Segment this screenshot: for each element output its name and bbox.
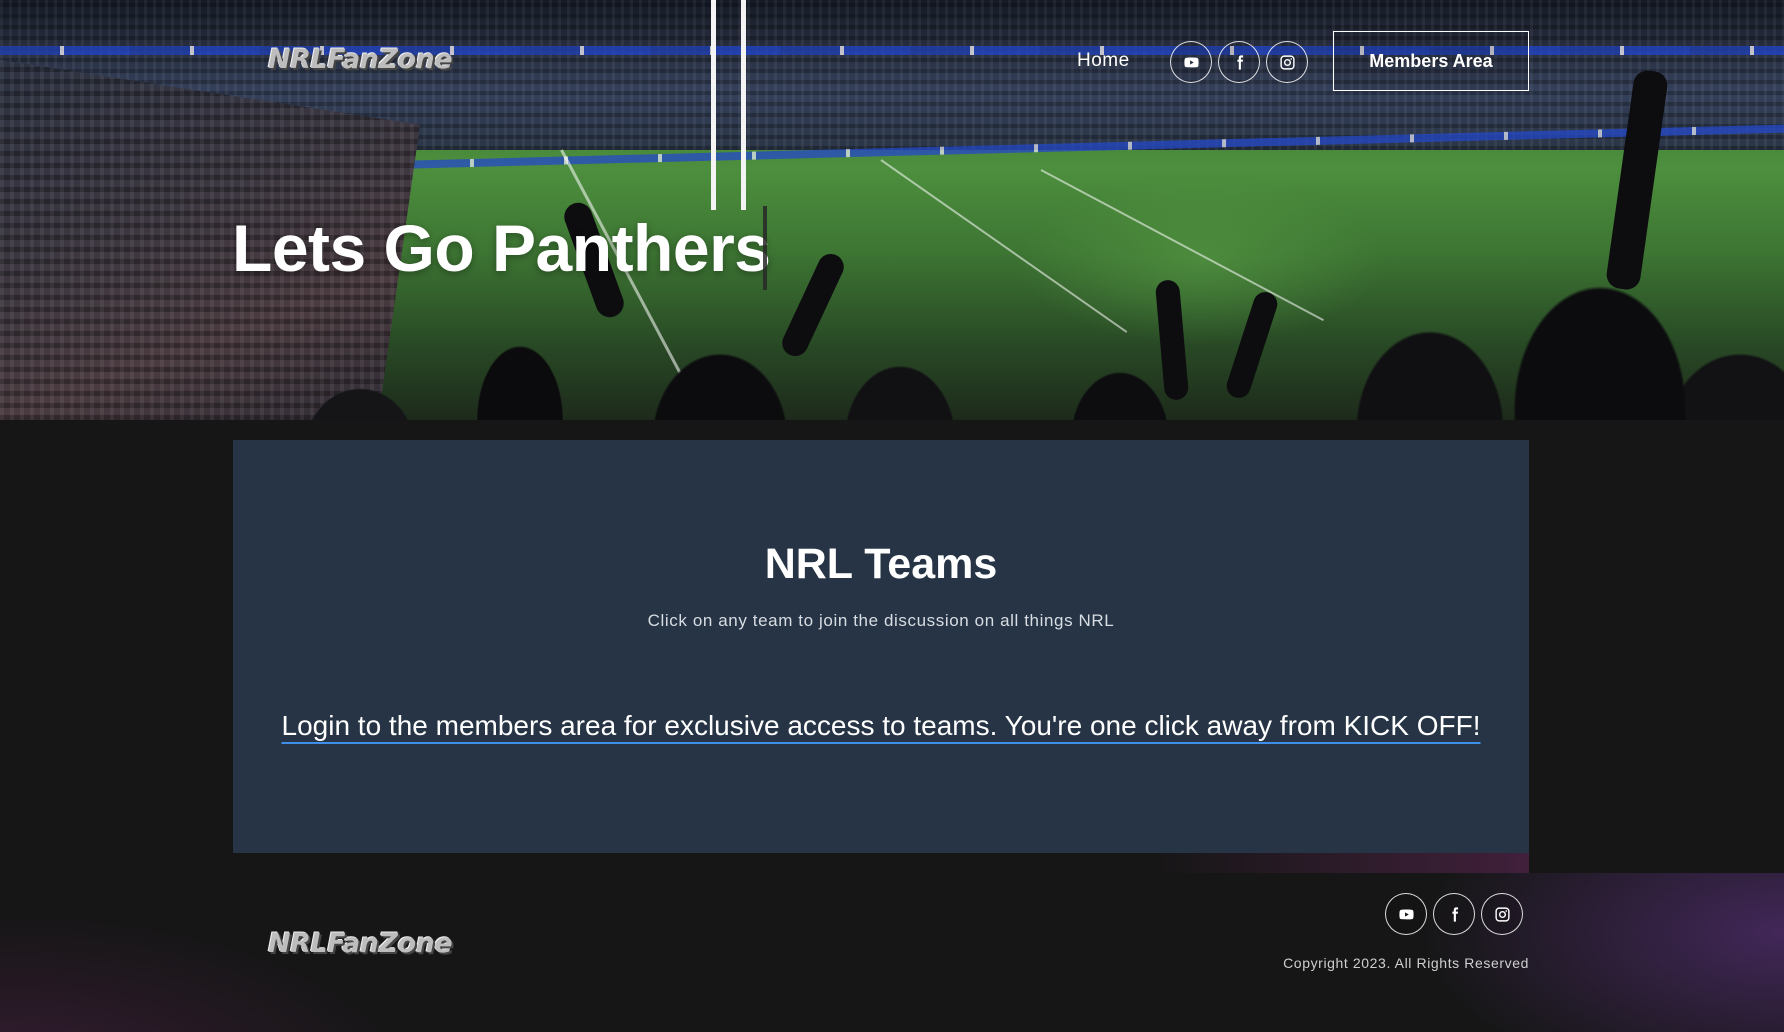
footer-logo[interactable]: NRLFanZone	[268, 928, 453, 959]
instagram-icon[interactable]	[1481, 893, 1523, 935]
section-title: NRL Teams	[764, 540, 998, 588]
text-cursor	[763, 206, 767, 290]
nav-home-link[interactable]: Home	[1077, 50, 1130, 72]
nrl-teams-panel: NRL Teams Click on any team to join the …	[233, 440, 1529, 853]
copyright-text: Copyright 2023. All Rights Reserved	[1283, 955, 1529, 971]
members-area-button[interactable]: Members Area	[1333, 31, 1529, 91]
facebook-icon[interactable]	[1433, 893, 1475, 935]
instagram-icon[interactable]	[1266, 41, 1308, 83]
facebook-icon[interactable]	[1218, 41, 1260, 83]
goal-post	[711, 0, 716, 210]
footer-glow	[1150, 853, 1529, 873]
youtube-icon[interactable]	[1385, 893, 1427, 935]
members-login-link[interactable]: Login to the members area for exclusive …	[268, 710, 1494, 742]
site-logo[interactable]: NRLFanZone	[268, 44, 453, 75]
hero-title: Lets Go Panthers	[232, 211, 771, 285]
section-subtitle: Click on any team to join the discussion…	[647, 611, 1115, 630]
youtube-icon[interactable]	[1170, 41, 1212, 83]
goal-post	[741, 0, 746, 210]
